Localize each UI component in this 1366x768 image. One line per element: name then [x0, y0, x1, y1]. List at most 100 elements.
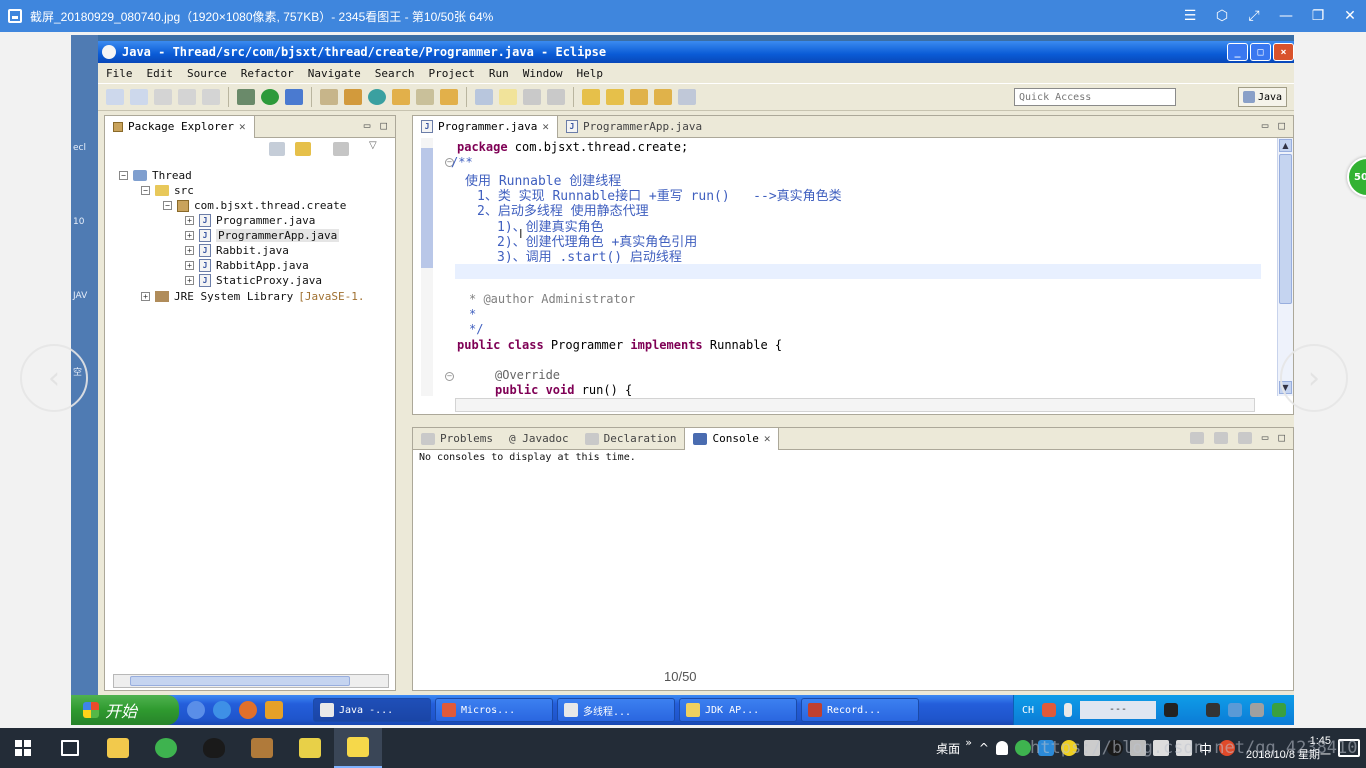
xp-start-button[interactable]: 开始	[71, 695, 179, 725]
minimize-icon[interactable]: _	[1227, 43, 1248, 61]
task-view-button[interactable]	[46, 728, 94, 768]
desktop-shortcut-icon[interactable]	[187, 701, 205, 719]
close-button[interactable]: ✕	[1334, 0, 1366, 32]
open-console-icon[interactable]	[1237, 431, 1252, 444]
tree-file-rabbitapp[interactable]: + J RabbitApp.java	[185, 258, 309, 273]
floating-badge[interactable]: 50	[1347, 157, 1366, 197]
tab-package-explorer[interactable]: Package Explorer ✕	[105, 115, 255, 138]
scroll-thumb[interactable]	[1279, 154, 1292, 304]
app-button[interactable]	[238, 728, 286, 768]
clock[interactable]: 1:45 2018/10/8 星期一	[1246, 734, 1331, 762]
plus-tray-icon[interactable]	[1060, 740, 1077, 756]
tree-jre-library[interactable]: + JRE System Library [JavaSE-1.	[141, 289, 364, 304]
folder-icon[interactable]	[440, 89, 458, 105]
close-icon[interactable]: ×	[1273, 43, 1294, 61]
tree-project[interactable]: − Thread	[119, 168, 192, 183]
xp-task-record[interactable]: Record...	[801, 698, 919, 722]
windows-start-button[interactable]	[0, 728, 46, 768]
tab-javadoc[interactable]: @ Javadoc	[501, 428, 577, 450]
xp-task-jdk-api[interactable]: JDK AP...	[679, 698, 797, 722]
menu-window[interactable]: Window	[523, 67, 563, 80]
maximize-view-icon[interactable]: □	[380, 119, 387, 132]
block-icon[interactable]	[523, 89, 541, 105]
expand-icon[interactable]: +	[185, 231, 194, 240]
tray-icon[interactable]	[1250, 703, 1264, 717]
tray-box[interactable]: ---	[1080, 701, 1156, 719]
annotation-icon[interactable]	[475, 89, 493, 105]
horizontal-scrollbar[interactable]	[113, 674, 389, 688]
tray-icon[interactable]	[1228, 703, 1242, 717]
prev-annotation-icon[interactable]	[606, 89, 624, 105]
menu-file[interactable]: File	[106, 67, 133, 80]
tab-console[interactable]: Console ✕	[684, 427, 780, 450]
open-type-icon[interactable]	[320, 89, 338, 105]
tree-file-programmer[interactable]: + J Programmer.java	[185, 213, 315, 228]
restore-button[interactable]: ❐	[1302, 0, 1334, 32]
tab-declaration[interactable]: Declaration	[577, 428, 685, 450]
run-icon[interactable]	[261, 89, 279, 105]
back-icon[interactable]	[630, 89, 648, 105]
code-editor[interactable]: − − package com.bjsxt.thread.create; /**…	[413, 138, 1279, 397]
minimize-view-icon[interactable]: ▭	[1262, 119, 1269, 132]
collapse-icon[interactable]: −	[163, 201, 172, 210]
battery-icon[interactable]	[1152, 740, 1169, 756]
xp-task-microsoft[interactable]: Micros...	[435, 698, 553, 722]
firefox-icon[interactable]	[239, 701, 257, 719]
skin-icon[interactable]: ⬡	[1206, 0, 1238, 32]
new-wizard-icon[interactable]	[130, 89, 148, 105]
qq-icon[interactable]	[1206, 703, 1220, 717]
expand-icon[interactable]: +	[185, 276, 194, 285]
quick-access-input[interactable]	[1014, 88, 1176, 106]
menu-navigate[interactable]: Navigate	[308, 67, 361, 80]
collapse-icon[interactable]: −	[119, 171, 128, 180]
horizontal-scrollbar[interactable]	[455, 398, 1255, 412]
desktop-toolbar-label[interactable]: 桌面	[936, 740, 960, 757]
last-edit-icon[interactable]	[678, 89, 696, 105]
plug-icon[interactable]	[1164, 703, 1178, 717]
fullscreen-icon[interactable]: ⤢	[1238, 0, 1270, 32]
debug-icon[interactable]	[237, 89, 255, 105]
close-icon[interactable]: ✕	[239, 120, 246, 133]
browser-button[interactable]	[142, 728, 190, 768]
tray-icon[interactable]	[1272, 703, 1286, 717]
notification-center-icon[interactable]	[1338, 739, 1360, 757]
browser-tray-icon[interactable]	[1014, 740, 1031, 756]
forward-icon[interactable]	[654, 89, 672, 105]
next-image-button[interactable]: ›	[1280, 344, 1348, 412]
print-icon[interactable]	[202, 89, 220, 105]
minimize-view-icon[interactable]: ▭	[364, 119, 371, 132]
java-perspective-button[interactable]: Java	[1238, 87, 1288, 107]
scroll-up-icon[interactable]: ▲	[1279, 139, 1292, 152]
menu-icon[interactable]: ☰	[1174, 0, 1206, 32]
highlight-icon[interactable]	[499, 89, 517, 105]
maximize-view-icon[interactable]: □	[1278, 119, 1285, 132]
tray-app-icon[interactable]	[1083, 740, 1100, 756]
minimize-button[interactable]: —	[1270, 0, 1302, 32]
tree-file-rabbit[interactable]: + J Rabbit.java	[185, 243, 289, 258]
filter-icon[interactable]	[333, 142, 349, 156]
expand-icon[interactable]: +	[185, 261, 194, 270]
scroll-thumb[interactable]	[130, 676, 350, 686]
expand-icon[interactable]: +	[185, 216, 194, 225]
file-explorer-button[interactable]	[94, 728, 142, 768]
save-all-icon[interactable]	[178, 89, 196, 105]
tray-arrow-icon[interactable]	[1064, 703, 1072, 717]
tab-problems[interactable]: Problems	[413, 428, 501, 450]
fold-icon[interactable]: −	[445, 372, 454, 381]
expand-icon[interactable]: +	[141, 292, 150, 301]
ie-icon[interactable]	[213, 701, 231, 719]
show-whitespace-icon[interactable]	[547, 89, 565, 105]
ime-indicator[interactable]: 中	[1199, 739, 1212, 758]
display-console-icon[interactable]	[1213, 431, 1228, 444]
ime-icon[interactable]	[1042, 703, 1056, 717]
bell-icon[interactable]	[995, 741, 1008, 755]
tree-file-programmerapp[interactable]: + J ProgrammerApp.java	[185, 228, 340, 243]
menu-project[interactable]: Project	[428, 67, 474, 80]
menu-source[interactable]: Source	[187, 67, 227, 80]
toolbar-overflow-icon[interactable]: »	[965, 736, 972, 749]
menu-run[interactable]: Run	[489, 67, 509, 80]
pencil-icon[interactable]	[416, 89, 434, 105]
help-app-button[interactable]	[286, 728, 334, 768]
external-tools-icon[interactable]	[285, 89, 303, 105]
tray-app-icon[interactable]	[1037, 740, 1054, 756]
